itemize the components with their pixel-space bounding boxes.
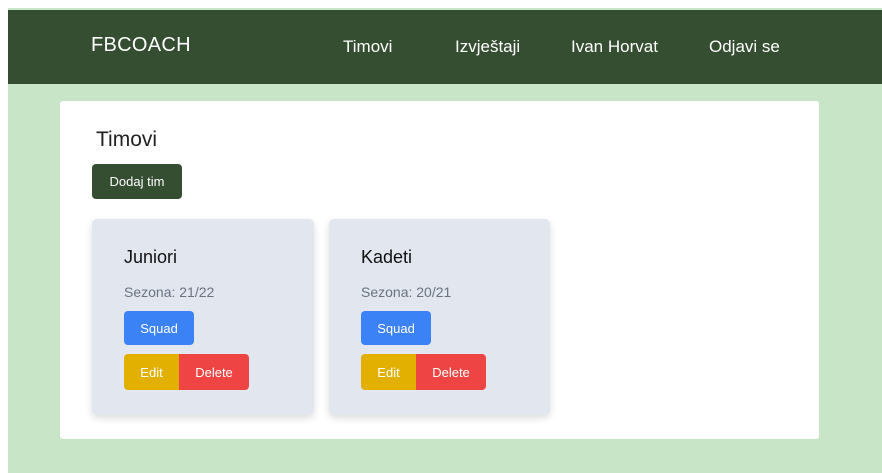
brand-logo[interactable]: FBCOACH xyxy=(91,34,191,57)
squad-button[interactable]: Squad xyxy=(124,311,194,345)
nav-logout[interactable]: Odjavi se xyxy=(709,37,780,57)
nav-timovi[interactable]: Timovi xyxy=(343,37,392,57)
page-title: Timovi xyxy=(96,128,158,151)
main-content-card: Timovi Dodaj tim Juniori Sezona: 21/22 S… xyxy=(60,101,819,439)
team-card: Juniori Sezona: 21/22 Squad Edit Delete xyxy=(92,219,314,415)
add-team-button[interactable]: Dodaj tim xyxy=(92,164,182,199)
delete-button[interactable]: Delete xyxy=(416,354,486,390)
team-season: Sezona: 21/22 xyxy=(124,284,215,300)
team-card: Kadeti Sezona: 20/21 Squad Edit Delete xyxy=(329,219,550,415)
team-name: Kadeti xyxy=(361,247,413,267)
nav-user-profile[interactable]: Ivan Horvat xyxy=(571,37,658,57)
nav-izvjestaji[interactable]: Izvještaji xyxy=(455,37,520,57)
team-name: Juniori xyxy=(124,247,178,267)
edit-button[interactable]: Edit xyxy=(124,354,179,390)
squad-button[interactable]: Squad xyxy=(361,311,431,345)
edit-button[interactable]: Edit xyxy=(361,354,416,390)
top-navbar: FBCOACH Timovi Izvještaji Ivan Horvat Od… xyxy=(8,10,882,84)
delete-button[interactable]: Delete xyxy=(179,354,249,390)
team-season: Sezona: 20/21 xyxy=(361,284,452,300)
